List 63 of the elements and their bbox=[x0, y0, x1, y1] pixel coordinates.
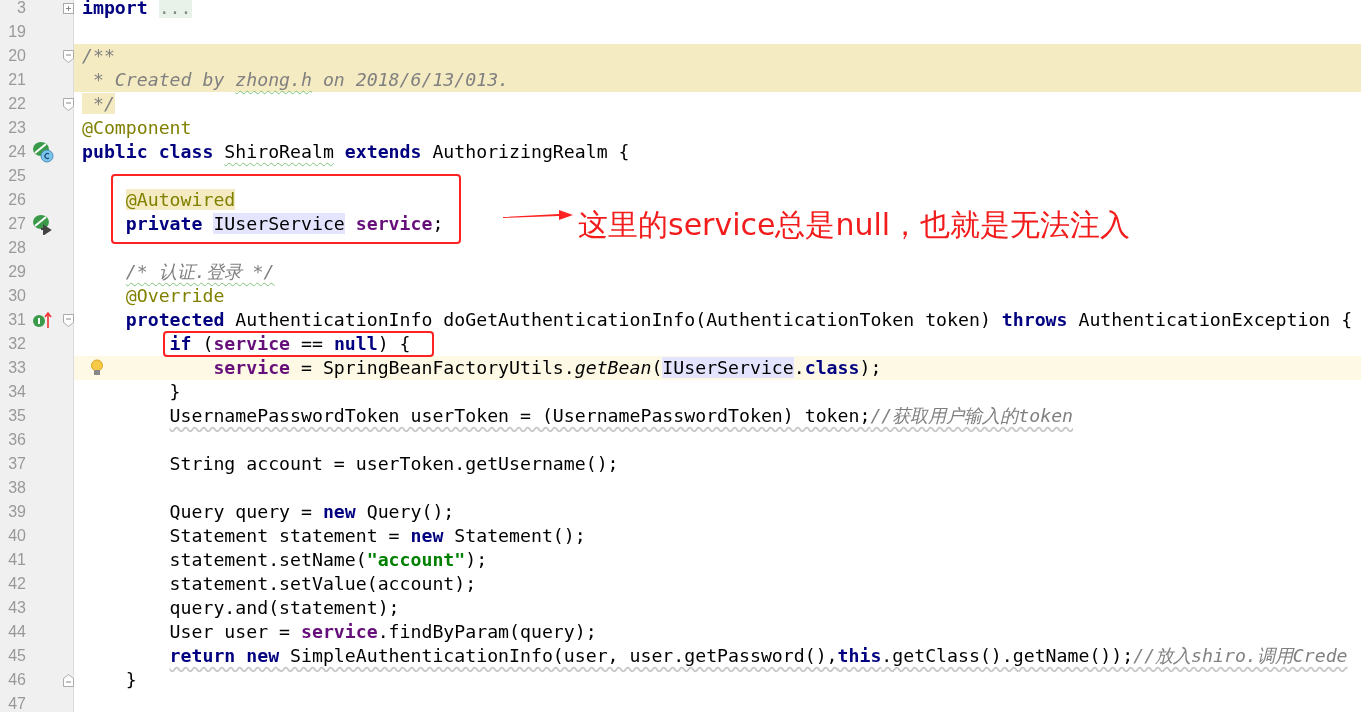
code-line: service = SpringBeanFactoryUtils.getBean(IUserService.class); bbox=[213, 359, 882, 377]
line-number: 32 bbox=[7, 335, 26, 353]
fold-minus-icon[interactable] bbox=[62, 49, 74, 63]
code-line: @Component bbox=[82, 119, 192, 137]
line-number: 45 bbox=[7, 647, 26, 665]
code-line: public class ShiroRealm extends AuthorizingRealm { bbox=[82, 143, 630, 161]
line-number: 35 bbox=[7, 407, 26, 425]
line-number: 33 bbox=[7, 359, 26, 377]
line-number: 28 bbox=[7, 239, 26, 257]
line-number: 38 bbox=[7, 479, 26, 497]
code-line: @Override bbox=[125, 287, 225, 305]
code-line: if (service == null) { bbox=[169, 335, 411, 353]
lightbulb-icon[interactable] bbox=[90, 359, 104, 377]
line-number: 40 bbox=[7, 527, 26, 545]
line-number: 39 bbox=[7, 503, 26, 521]
line-number: 3 bbox=[16, 0, 26, 17]
line-number: 25 bbox=[7, 167, 26, 185]
line-number: 22 bbox=[7, 95, 26, 113]
code-line: * Created by zhong.h on 2018/6/13/013. bbox=[91, 71, 510, 89]
line-number: 30 bbox=[7, 287, 26, 305]
implements-arrow-icon[interactable] bbox=[32, 310, 52, 330]
code-line: statement.setValue(account); bbox=[169, 575, 477, 593]
code-line: /** bbox=[82, 47, 115, 65]
line-number: 44 bbox=[7, 623, 26, 641]
line-number: 23 bbox=[7, 119, 26, 137]
fold-minus-icon[interactable] bbox=[62, 97, 74, 111]
code-line: import ... bbox=[82, 0, 192, 17]
code-line: } bbox=[125, 671, 137, 689]
code-line: statement.setName("account"); bbox=[169, 551, 488, 569]
bean-class-icon[interactable] bbox=[32, 141, 54, 163]
code-line: UsernamePasswordToken userToken = (UsernamePasswordToken) token;//获取用户输入的token bbox=[169, 407, 1074, 425]
code-line: private IUserService service; bbox=[125, 215, 444, 233]
line-number: 19 bbox=[7, 23, 26, 41]
line-number: 29 bbox=[7, 263, 26, 281]
line-number: 41 bbox=[7, 551, 26, 569]
line-number: 31 bbox=[7, 311, 26, 329]
bean-arrow-icon[interactable] bbox=[32, 213, 54, 235]
line-number: 24 bbox=[7, 143, 26, 161]
line-number: 26 bbox=[7, 191, 26, 209]
code-line: Query query = new Query(); bbox=[169, 503, 455, 521]
code-line: /* 认证.登录 */ bbox=[125, 263, 275, 281]
fold-minus-icon[interactable] bbox=[62, 313, 74, 327]
line-number: 46 bbox=[7, 671, 26, 689]
line-number: 47 bbox=[7, 695, 26, 712]
line-number: 20 bbox=[7, 47, 26, 65]
code-line: String account = userToken.getUsername(); bbox=[169, 455, 619, 473]
line-number: 42 bbox=[7, 575, 26, 593]
line-number: 27 bbox=[7, 215, 26, 233]
code-line: return new SimpleAuthenticationInfo(user, user.getPassword(),this.getClass().getName());//放入shiro.调用Crede bbox=[169, 647, 1348, 665]
code-line: Statement statement = new Statement(); bbox=[169, 527, 586, 545]
fold-plus-icon[interactable] bbox=[62, 2, 74, 14]
line-number: 36 bbox=[7, 431, 26, 449]
line-number: 34 bbox=[7, 383, 26, 401]
line-number: 43 bbox=[7, 599, 26, 617]
code-line: protected AuthenticationInfo doGetAuthenticationInfo(AuthenticationToken token) throws AuthenticationException { bbox=[125, 311, 1353, 329]
line-number: 21 bbox=[7, 71, 26, 89]
code-line: query.and(statement); bbox=[169, 599, 400, 617]
annotation-note: 这里的service总是null，也就是无法注入 bbox=[578, 206, 1131, 244]
line-number: 37 bbox=[7, 455, 26, 473]
code-line: User user = service.findByParam(query); bbox=[169, 623, 597, 641]
fold-minus-icon[interactable] bbox=[62, 673, 74, 687]
code-line: } bbox=[169, 383, 181, 401]
arrow-icon bbox=[503, 208, 573, 222]
